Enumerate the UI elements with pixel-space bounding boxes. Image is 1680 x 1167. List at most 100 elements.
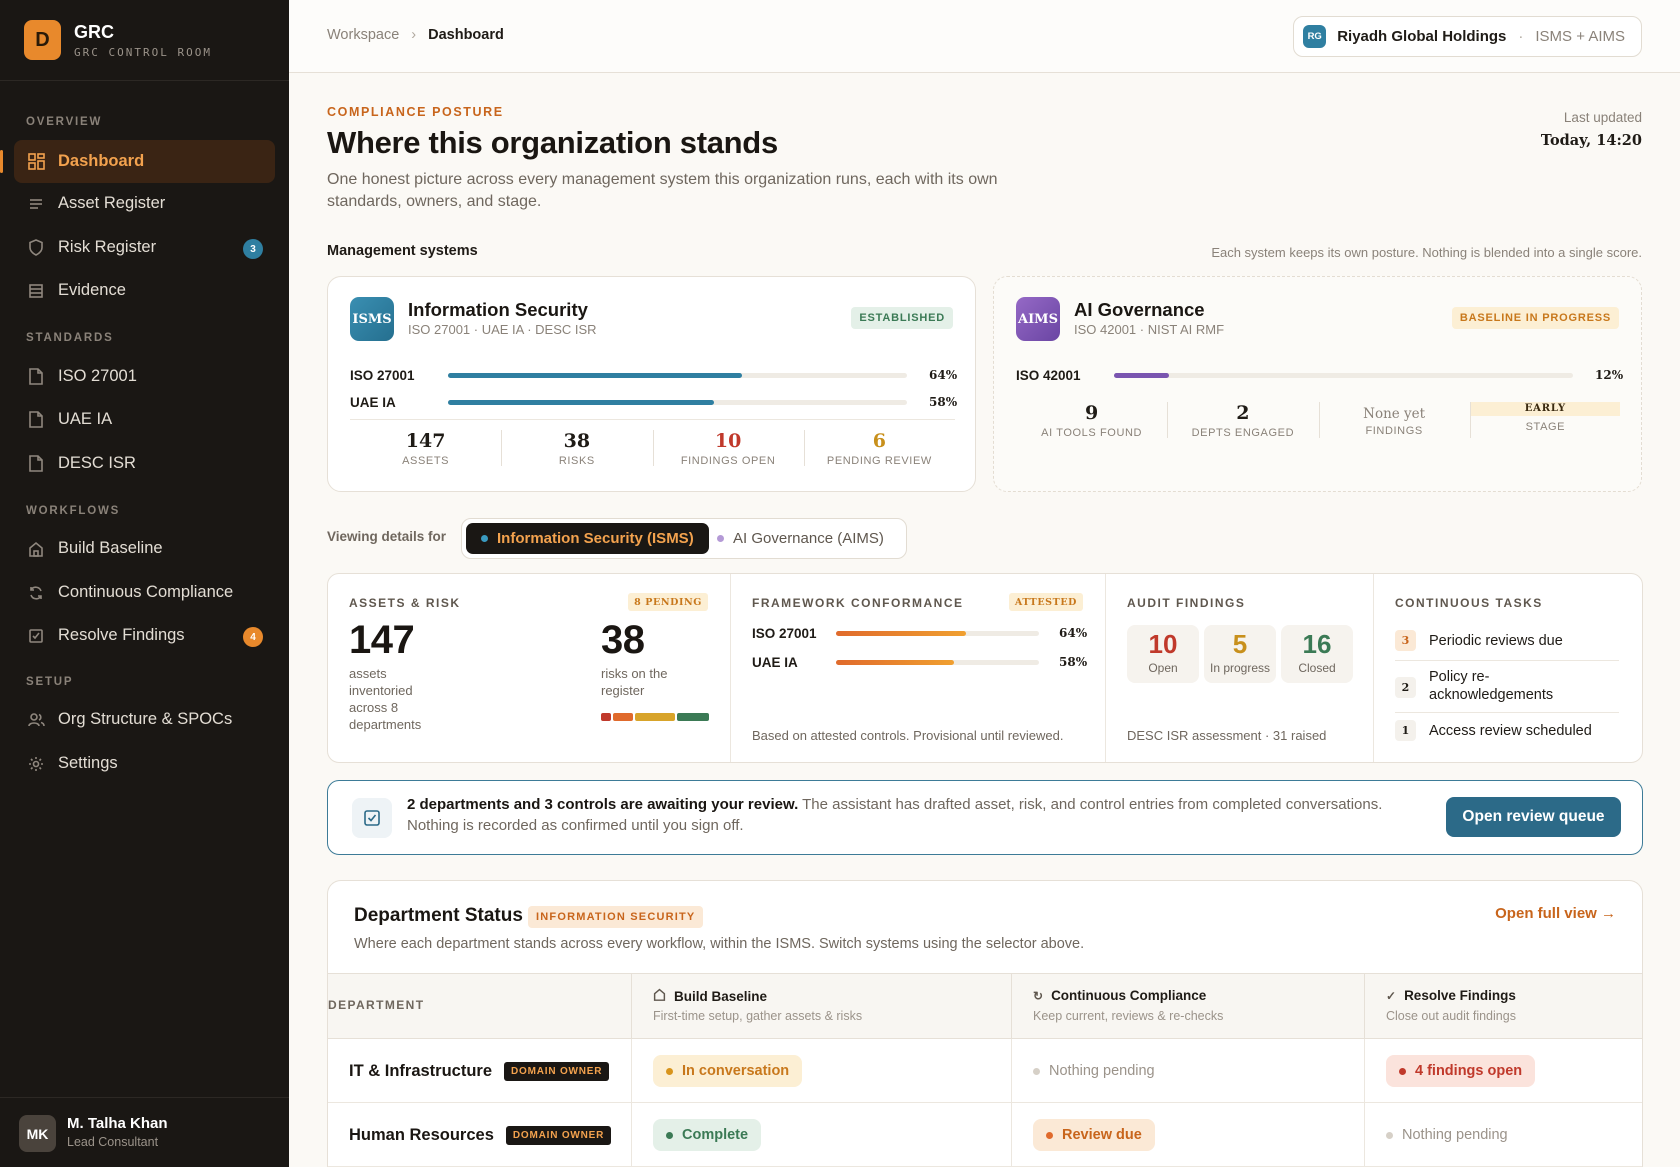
sidebar-item-continuous-compliance[interactable]: Continuous Compliance <box>14 571 275 614</box>
sidebar-item-resolve-findings[interactable]: Resolve Findings 4 <box>14 614 275 657</box>
status-dot <box>1046 1131 1053 1139</box>
assets-count: 147 <box>349 618 415 662</box>
assets-risk-panel: ASSETS & RISK 8 PENDING 147 assets inven… <box>328 574 731 762</box>
sidebar-item-label: Asset Register <box>58 194 166 212</box>
stat-findings: None yet FINDINGS <box>1318 392 1470 452</box>
stat-label: FINDINGS OPEN <box>680 455 776 467</box>
status-chip[interactable]: Review due <box>1033 1119 1155 1151</box>
progress-percent: 12% <box>1595 368 1624 382</box>
risk-distribution-bar <box>601 713 709 721</box>
page-lede: One honest picture across every manageme… <box>327 171 998 210</box>
topbar: Workspace › Dashboard RG Riyadh Global H… <box>289 0 1680 73</box>
sidebar-item-dashboard[interactable]: Dashboard <box>0 140 275 183</box>
check-icon: ✓ <box>1386 988 1397 1003</box>
alert-message: 2 departments and 3 controls are awaitin… <box>407 794 1407 836</box>
dept-name: IT & Infrastructure <box>349 1061 493 1080</box>
stat-value: 10 <box>714 430 742 452</box>
summary-panel: ASSETS & RISK 8 PENDING 147 assets inven… <box>327 573 1643 763</box>
sidebar-item-label: DESC ISR <box>58 454 136 472</box>
gear-icon <box>27 755 45 773</box>
risk-segment-low <box>677 713 709 721</box>
stat-label: FINDINGS <box>1365 425 1423 437</box>
stat-label: STAGE <box>1525 421 1566 433</box>
document-icon <box>27 368 45 386</box>
owner-badge: DOMAIN OWNER <box>505 1125 612 1145</box>
divider <box>1395 660 1619 661</box>
findings-in-progress-box[interactable]: 5 In progress <box>1204 625 1276 683</box>
page-eyebrow: COMPLIANCE POSTURE <box>327 105 504 119</box>
sidebar-item-evidence[interactable]: Evidence <box>14 269 275 312</box>
status-chip[interactable]: 4 findings open <box>1386 1055 1536 1087</box>
isms-card[interactable]: ISMS Information Security ISO 27001 · UA… <box>327 276 976 492</box>
sidebar-item-label: ISO 27001 <box>58 367 137 385</box>
findings-open-box[interactable]: 10 Open <box>1127 625 1199 683</box>
stat-label: DEPTS ENGAGED <box>1191 427 1295 439</box>
open-review-queue-button[interactable]: Open review queue <box>1446 797 1621 837</box>
tab-label: AI Governance (AIMS) <box>733 530 884 547</box>
user-name: M. Talha Khan <box>67 1115 168 1132</box>
sidebar-item-asset-register[interactable]: Asset Register <box>14 182 275 225</box>
pending-badge: 8 PENDING <box>628 593 708 611</box>
sidebar-item-desc-isr[interactable]: DESC ISR <box>14 442 275 485</box>
status-chip[interactable]: Complete <box>653 1119 762 1151</box>
org-avatar: RG <box>1303 25 1327 48</box>
stat-pending: 6 PENDING REVIEW <box>803 420 955 471</box>
findings-closed-box[interactable]: 16 Closed <box>1281 625 1353 683</box>
column-continuous-compliance: ↻ Continuous Compliance Keep current, revi… <box>1012 974 1365 1040</box>
task-item[interactable]: 2 Policy re-acknowledgements <box>1395 668 1619 704</box>
compliance-cell: Review due <box>1012 1103 1365 1167</box>
avatar: MK <box>19 1115 56 1152</box>
systems-title: Management systems <box>327 243 478 259</box>
tab-aims[interactable]: AI Governance (AIMS) <box>702 523 899 554</box>
progress-row: UAE IA 58% <box>350 392 957 412</box>
attested-badge: ATTESTED <box>1008 593 1083 611</box>
risks-sub: risks on the register <box>601 666 668 698</box>
org-switcher[interactable]: RG Riyadh Global Holdings · ISMS + AIMS <box>1293 16 1642 57</box>
status-chip[interactable]: In conversation <box>653 1055 803 1087</box>
chevron-right-icon: › <box>411 27 417 43</box>
brand[interactable]: D GRC GRC CONTROL ROOM <box>24 20 212 60</box>
grid-icon <box>27 153 45 171</box>
table-row[interactable]: IT & Infrastructure DOMAIN OWNER In conve… <box>328 1039 1642 1103</box>
users-icon <box>27 711 45 729</box>
panel-title: ASSETS & RISK <box>349 596 461 610</box>
stat-value: 9 <box>1085 402 1099 424</box>
tab-isms[interactable]: Information Security (ISMS) <box>466 523 709 554</box>
panel-title: FRAMEWORK CONFORMANCE <box>752 596 964 610</box>
stat-value: 38 <box>563 430 591 452</box>
sidebar-item-settings[interactable]: Settings <box>14 742 275 785</box>
org-name: Riyadh Global Holdings <box>1337 28 1507 45</box>
view-label: Viewing details for <box>327 529 447 544</box>
app-subtitle: GRC CONTROL ROOM <box>74 45 212 59</box>
risk-count-badge: 3 <box>243 239 263 259</box>
table-row[interactable]: Human Resources DOMAIN OWNER Complete Rev… <box>328 1103 1642 1167</box>
status-label: Review due <box>1062 1127 1142 1143</box>
status-label: In conversation <box>682 1063 790 1079</box>
last-updated-label: Last updated <box>1563 110 1642 125</box>
tasks-panel: CONTINUOUS TASKS 3 Periodic reviews due 2… <box>1374 574 1642 762</box>
stage-value: EARLY <box>1470 402 1621 416</box>
document-icon <box>27 455 45 473</box>
sidebar-item-org-structure[interactable]: Org Structure & SPOCs <box>14 698 275 741</box>
sidebar-item-uae-ia[interactable]: UAE IA <box>14 398 275 441</box>
findings-cell: Nothing pending <box>1365 1103 1642 1167</box>
open-full-view-link[interactable]: Open full view → <box>1495 905 1616 922</box>
sidebar-item-build-baseline[interactable]: Build Baseline <box>14 527 275 570</box>
risk-segment-medium <box>635 713 675 721</box>
task-item[interactable]: 1 Access review scheduled <box>1395 720 1619 741</box>
progress-fill <box>1114 372 1170 378</box>
panel-title: AUDIT FINDINGS <box>1127 596 1246 610</box>
aims-card[interactable]: AIMS AI Governance ISO 42001 · NIST AI R… <box>993 276 1642 492</box>
user-profile[interactable]: MK M. Talha Khan Lead Consultant <box>0 1097 289 1167</box>
column-title: DEPARTMENT <box>328 998 425 1012</box>
status-dot <box>666 1067 673 1075</box>
app-name: GRC <box>74 21 114 42</box>
sidebar-item-iso-27001[interactable]: ISO 27001 <box>14 355 275 398</box>
breadcrumb-workspace[interactable]: Workspace <box>327 27 399 43</box>
isms-name: Information Security <box>408 299 588 320</box>
sidebar-item-risk-register[interactable]: Risk Register 3 <box>14 226 275 269</box>
task-item[interactable]: 3 Periodic reviews due <box>1395 630 1619 651</box>
section-setup: SETUP <box>26 676 74 688</box>
dept-title: Department Status <box>354 905 523 926</box>
stat-ai-tools: 9 AI TOOLS FOUND <box>1016 392 1167 452</box>
